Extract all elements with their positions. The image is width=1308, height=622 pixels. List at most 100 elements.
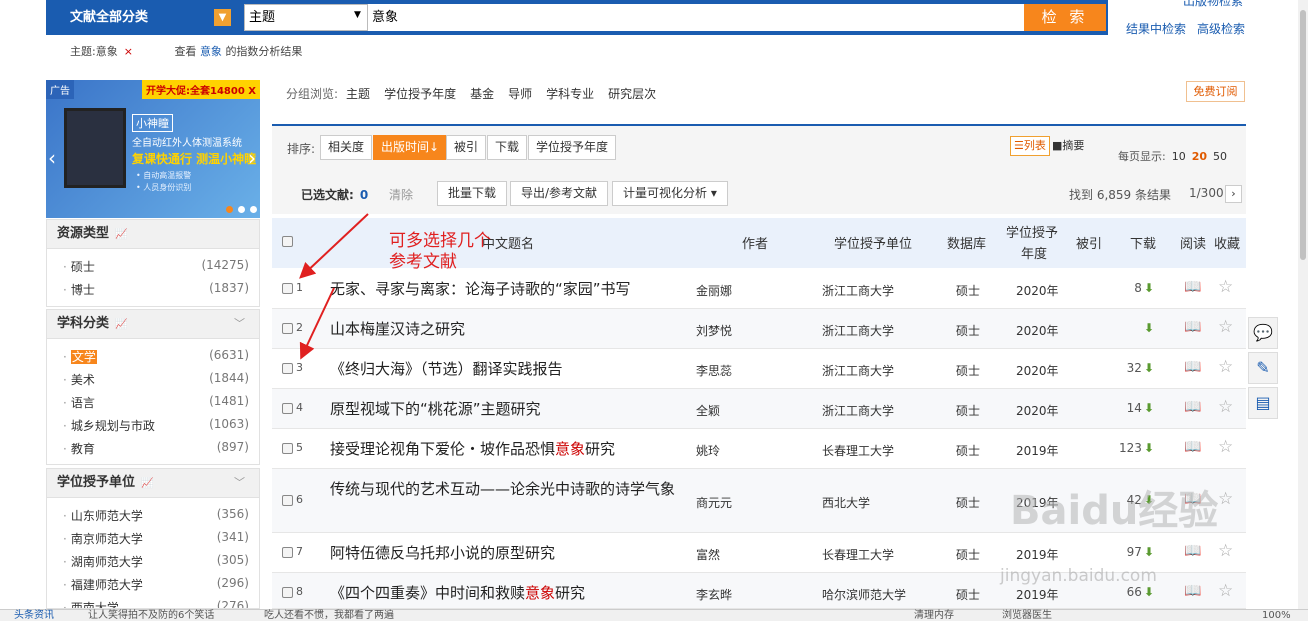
group-item-fund[interactable]: 基金	[470, 87, 494, 101]
chart-icon[interactable]: 📈	[115, 319, 127, 330]
row-author[interactable]: 李思蕊	[696, 362, 732, 379]
published-search-link[interactable]: 出版物检索	[1183, 0, 1243, 9]
export-button[interactable]: 导出/参考文献	[510, 181, 609, 206]
free-subscribe-button[interactable]: 免费订阅	[1186, 81, 1245, 102]
favorite-star-icon[interactable]: ☆	[1218, 277, 1233, 297]
row-unit[interactable]: 浙江工商大学	[822, 282, 894, 299]
row-unit[interactable]: 浙江工商大学	[822, 402, 894, 419]
facet-subject[interactable]: 学科分类 📈 ﹀	[46, 309, 260, 339]
row-title-link[interactable]: 接受理论视角下爱伦・坡作品恐惧意象研究	[330, 438, 690, 460]
prev-arrow-icon[interactable]: ‹	[48, 146, 56, 170]
row-download[interactable]: ⬇	[1114, 321, 1154, 335]
search-button[interactable]: 检 索	[1024, 4, 1106, 31]
sort-publish-time[interactable]: 出版时间↓	[373, 135, 448, 160]
remove-filter-icon[interactable]: ×	[124, 45, 133, 58]
favorite-star-icon[interactable]: ☆	[1218, 317, 1233, 337]
news-headline[interactable]: 让人笑得拍不及防的6个笑话	[88, 610, 214, 622]
group-item-major[interactable]: 学科专业	[546, 87, 594, 101]
row-unit[interactable]: 浙江工商大学	[822, 362, 894, 379]
scrollbar-thumb[interactable]	[1300, 10, 1306, 260]
facet-item[interactable]: · 湖南师范大学 (305)	[63, 553, 249, 575]
row-checkbox[interactable]	[282, 547, 293, 558]
carousel-dot[interactable]	[238, 206, 245, 213]
header-unit[interactable]: 学位授予单位	[834, 233, 912, 252]
sort-relevance[interactable]: 相关度	[320, 135, 373, 160]
document-check-icon[interactable]: ▤	[1248, 387, 1278, 419]
row-author[interactable]: 全颖	[696, 402, 720, 419]
row-checkbox[interactable]	[282, 587, 293, 598]
view-abstract-button[interactable]: ■摘要	[1052, 136, 1084, 156]
news-label[interactable]: 头条资讯	[14, 610, 54, 622]
visual-analysis-button[interactable]: 计量可视化分析 ▾	[612, 181, 728, 206]
header-year[interactable]: 学位授予	[1006, 222, 1058, 241]
row-author[interactable]: 姚玲	[696, 442, 720, 459]
row-download[interactable]: 8 ⬇	[1114, 281, 1154, 295]
row-unit[interactable]: 浙江工商大学	[822, 322, 894, 339]
favorite-star-icon[interactable]: ☆	[1218, 397, 1233, 417]
row-author[interactable]: 金丽娜	[696, 282, 732, 299]
facet-item[interactable]: · 文学 (6631)	[63, 348, 249, 370]
header-year-2[interactable]: 年度	[1021, 243, 1047, 262]
group-item-topic[interactable]: 主题	[346, 87, 370, 101]
next-arrow-icon[interactable]: ›	[248, 146, 256, 170]
row-title-link[interactable]: 传统与现代的艺术互动——论余光中诗歌的诗学气象	[330, 478, 686, 500]
ad-banner[interactable]: 广告 开学大促:全套14800 X 小神瞳 全自动红外人体测温系统 复课快通行 …	[46, 80, 260, 218]
facet-item[interactable]: · 城乡规划与市政 (1063)	[63, 417, 249, 439]
facet-item[interactable]: · 南京师范大学 (341)	[63, 530, 249, 552]
per-page-10[interactable]: 10	[1172, 150, 1186, 163]
row-checkbox[interactable]	[282, 443, 293, 454]
view-list-button[interactable]: ☰列表	[1010, 136, 1050, 156]
batch-download-button[interactable]: 批量下载	[437, 181, 508, 206]
read-book-icon[interactable]: 📖	[1184, 399, 1201, 415]
row-title-link[interactable]: 《四个四重奏》中时间和救赎意象研究	[330, 582, 690, 604]
sort-download[interactable]: 下载	[487, 135, 528, 160]
facet-item[interactable]: · 语言 (1481)	[63, 394, 249, 416]
carousel-dot[interactable]	[226, 206, 233, 213]
read-book-icon[interactable]: 📖	[1184, 439, 1201, 455]
pencil-icon[interactable]: ✎	[1248, 352, 1278, 384]
index-analysis-link[interactable]: 意象	[200, 45, 222, 58]
header-author[interactable]: 作者	[742, 233, 768, 252]
read-book-icon[interactable]: 📖	[1184, 583, 1201, 599]
download-icon[interactable]: ⬇	[1144, 361, 1154, 375]
facet-item[interactable]: · 硕士 (14275)	[63, 258, 249, 280]
row-author[interactable]: 李玄晔	[696, 586, 732, 603]
facet-item[interactable]: · 西南大学 (276)	[63, 599, 249, 608]
per-page-20[interactable]: 20	[1192, 150, 1207, 163]
download-icon[interactable]: ⬇	[1144, 545, 1154, 559]
read-book-icon[interactable]: 📖	[1184, 319, 1201, 335]
facet-resource-type[interactable]: 资源类型 📈	[46, 219, 260, 249]
facet-item[interactable]: · 博士 (1837)	[63, 281, 249, 303]
row-download[interactable]: 97 ⬇	[1114, 545, 1154, 559]
facet-item[interactable]: · 福建师范大学 (296)	[63, 576, 249, 598]
group-item-level[interactable]: 研究层次	[608, 87, 656, 101]
row-download[interactable]: 14 ⬇	[1114, 401, 1154, 415]
chart-icon[interactable]: 📈	[141, 478, 153, 489]
favorite-star-icon[interactable]: ☆	[1218, 489, 1233, 509]
favorite-star-icon[interactable]: ☆	[1218, 581, 1233, 601]
row-title-link[interactable]: 阿特伍德反乌托邦小说的原型研究	[330, 542, 690, 564]
row-title-link[interactable]: 原型视域下的“桃花源”主题研究	[330, 398, 690, 420]
header-download[interactable]: 下载	[1130, 233, 1156, 252]
row-author[interactable]: 富然	[696, 546, 720, 563]
row-checkbox[interactable]	[282, 403, 293, 414]
download-icon[interactable]: ⬇	[1144, 321, 1154, 335]
chart-icon[interactable]: 📈	[115, 229, 127, 240]
chevron-down-icon[interactable]: ﹀	[234, 469, 245, 497]
row-unit[interactable]: 长春理工大学	[822, 546, 894, 563]
favorite-star-icon[interactable]: ☆	[1218, 541, 1233, 561]
group-item-tutor[interactable]: 导师	[508, 87, 532, 101]
facet-item[interactable]: · 山东师范大学 (356)	[63, 507, 249, 529]
row-download[interactable]: 123 ⬇	[1114, 441, 1154, 455]
row-checkbox[interactable]	[282, 495, 293, 506]
search-within-link[interactable]: 结果中检索	[1126, 20, 1186, 37]
zoom-level[interactable]: 100%	[1262, 610, 1291, 622]
category-select[interactable]: 文献全部分类	[46, 2, 238, 33]
row-unit[interactable]: 长春理工大学	[822, 442, 894, 459]
field-select[interactable]: 主题	[244, 4, 368, 31]
header-cited[interactable]: 被引	[1076, 233, 1102, 252]
facet-item[interactable]: · 教育 (897)	[63, 440, 249, 462]
header-db[interactable]: 数据库	[947, 233, 986, 252]
favorite-star-icon[interactable]: ☆	[1218, 437, 1233, 457]
row-download[interactable]: 32 ⬇	[1114, 361, 1154, 375]
